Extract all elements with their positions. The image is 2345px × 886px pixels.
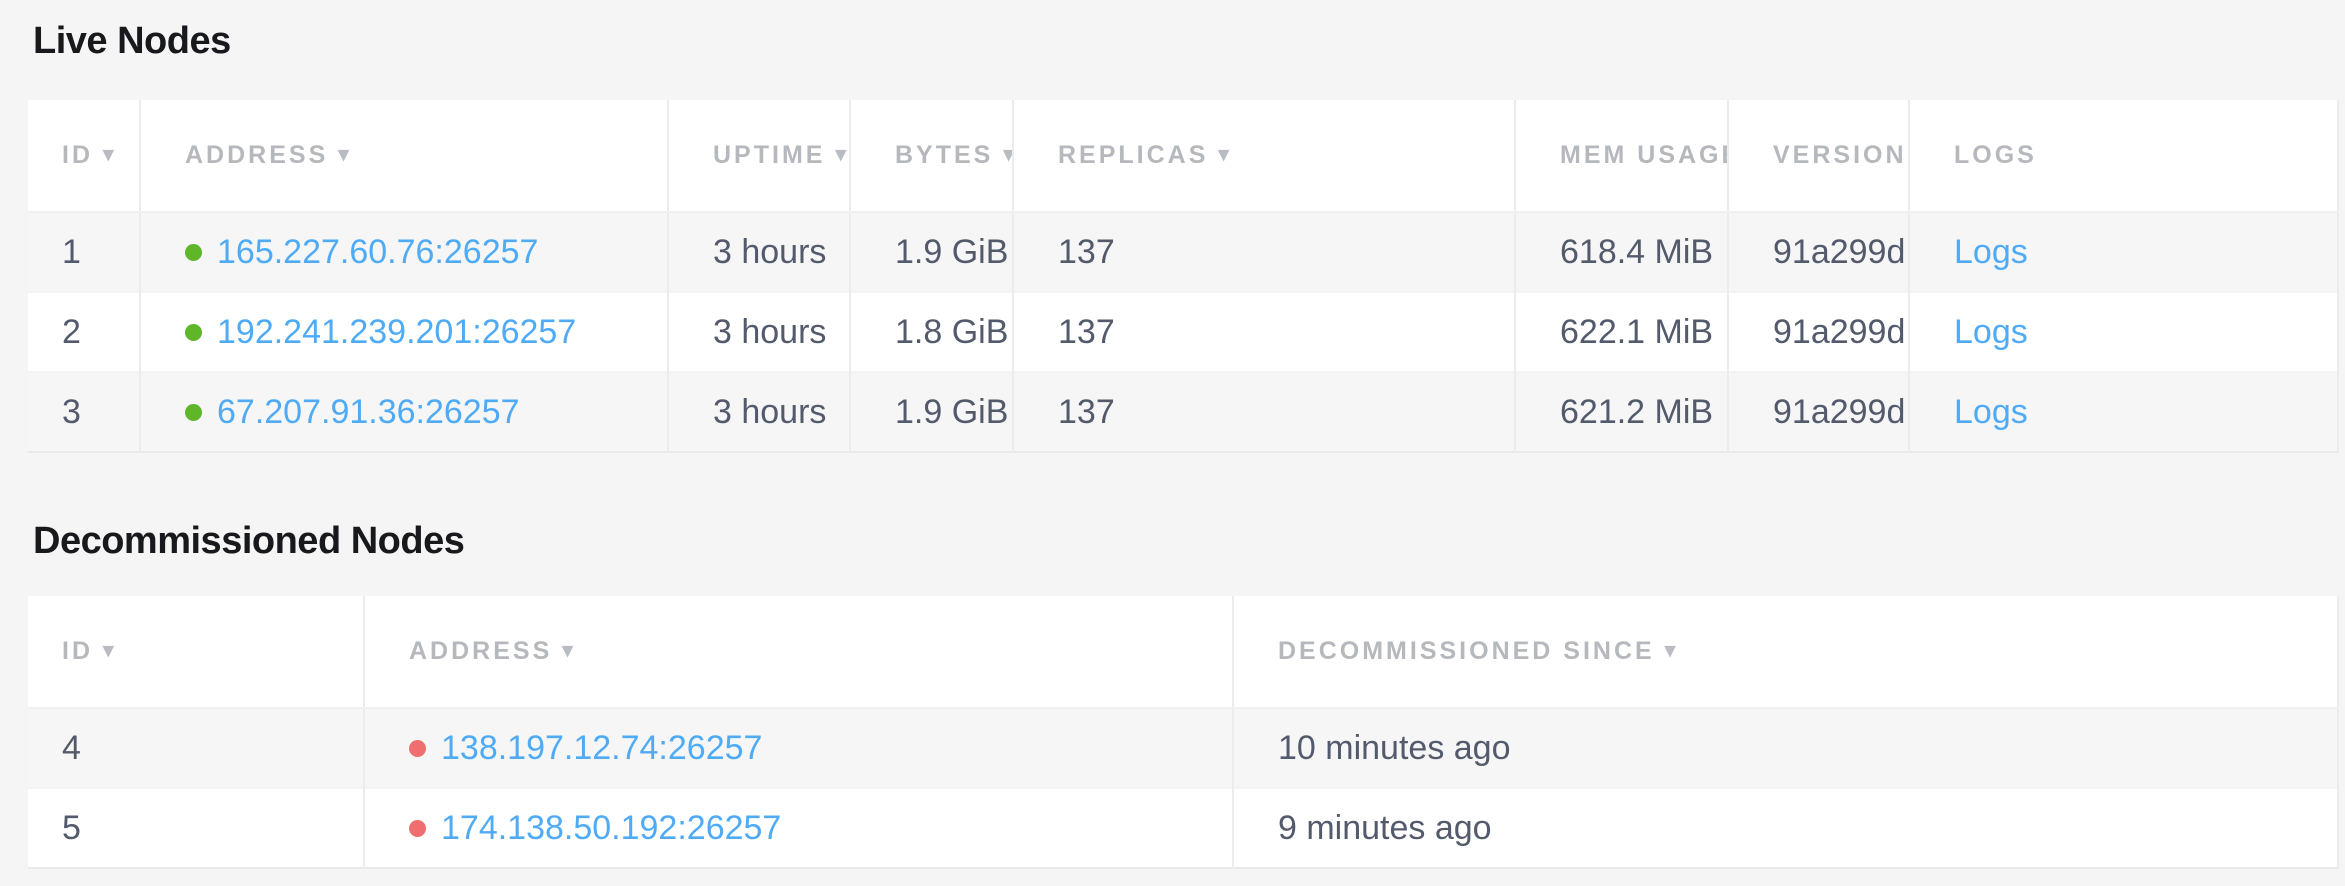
column-label: BYTES: [895, 141, 993, 169]
live-status-dot-icon: [185, 244, 202, 261]
node-address-cell: 192.241.239.201:26257: [140, 292, 668, 372]
replicas-cell: 137: [1013, 372, 1515, 452]
column-header-address[interactable]: ADDRESS ▾: [140, 100, 668, 212]
sort-arrow-icon: ▾: [338, 142, 349, 167]
column-header-id[interactable]: ID ▾: [28, 596, 364, 708]
node-id-cell: 5: [28, 788, 364, 868]
sort-arrow-icon: ▾: [562, 638, 573, 663]
node-address-link[interactable]: 192.241.239.201:26257: [217, 313, 576, 351]
column-label: DECOMMISSIONED SINCE: [1278, 637, 1655, 665]
node-address-link[interactable]: 138.197.12.74:26257: [441, 729, 762, 767]
decommissioned-status-dot-icon: [409, 820, 426, 837]
sort-arrow-icon: ▾: [835, 142, 846, 167]
table-row: 2 192.241.239.201:26257 3 hours 1.8 GiB …: [28, 292, 2338, 372]
table-row: 5 174.138.50.192:26257 9 minutes ago: [28, 788, 2338, 868]
column-header-uptime[interactable]: UPTIME ▾: [668, 100, 850, 212]
column-header-replicas[interactable]: REPLICAS ▾: [1013, 100, 1515, 212]
bytes-cell: 1.9 GiB: [850, 372, 1013, 452]
node-address-cell: 138.197.12.74:26257: [364, 708, 1233, 788]
node-address-link[interactable]: 165.227.60.76:26257: [217, 233, 538, 271]
logs-cell: Logs: [1909, 292, 2338, 372]
node-address-cell: 165.227.60.76:26257: [140, 212, 668, 292]
version-cell: 91a299d: [1728, 372, 1909, 452]
node-address-link[interactable]: 174.138.50.192:26257: [441, 809, 781, 847]
node-id-cell: 2: [28, 292, 140, 372]
column-header-address[interactable]: ADDRESS ▾: [364, 596, 1233, 708]
decommissioned-since-cell: 9 minutes ago: [1233, 788, 2338, 868]
column-header-logs: LOGS: [1909, 100, 2338, 212]
column-label: ADDRESS: [185, 141, 328, 169]
decommissioned-header-row: ID ▾ ADDRESS ▾ DECOMMISSIONED SINCE ▾: [28, 596, 2338, 708]
table-row: 1 165.227.60.76:26257 3 hours 1.9 GiB 13…: [28, 212, 2338, 292]
logs-link[interactable]: Logs: [1954, 393, 2028, 431]
column-label: UPTIME: [713, 141, 825, 169]
node-address-link[interactable]: 67.207.91.36:26257: [217, 393, 520, 431]
decommissioned-nodes-title: Decommissioned Nodes: [33, 519, 2345, 563]
table-row: 3 67.207.91.36:26257 3 hours 1.9 GiB 137…: [28, 372, 2338, 452]
column-label: LOGS: [1954, 141, 2037, 169]
column-header-bytes[interactable]: BYTES ▾: [850, 100, 1013, 212]
decommissioned-nodes-table: ID ▾ ADDRESS ▾ DECOMMISSIONED SINCE ▾ 4 138…: [28, 596, 2339, 869]
column-label: MEM USAGE: [1560, 141, 1728, 169]
node-id-cell: 4: [28, 708, 364, 788]
sort-arrow-icon: ▾: [1218, 142, 1229, 167]
sort-arrow-icon: ▾: [1665, 638, 1676, 663]
column-label: ID: [62, 637, 93, 665]
column-label: ADDRESS: [409, 637, 552, 665]
logs-link[interactable]: Logs: [1954, 233, 2028, 271]
column-header-mem-usage[interactable]: MEM USAGE▾: [1515, 100, 1728, 212]
bytes-cell: 1.8 GiB: [850, 292, 1013, 372]
replicas-cell: 137: [1013, 292, 1515, 372]
mem-usage-cell: 622.1 MiB: [1515, 292, 1728, 372]
version-cell: 91a299d: [1728, 212, 1909, 292]
sort-arrow-icon: ▾: [103, 638, 114, 663]
decommissioned-since-cell: 10 minutes ago: [1233, 708, 2338, 788]
live-status-dot-icon: [185, 324, 202, 341]
node-address-cell: 67.207.91.36:26257: [140, 372, 668, 452]
live-nodes-header-row: ID ▾ ADDRESS ▾ UPTIME ▾ BYTES ▾ REPLICAS ▾ ME…: [28, 100, 2338, 212]
column-header-decommissioned-since[interactable]: DECOMMISSIONED SINCE ▾: [1233, 596, 2338, 708]
mem-usage-cell: 621.2 MiB: [1515, 372, 1728, 452]
replicas-cell: 137: [1013, 212, 1515, 292]
table-row: 4 138.197.12.74:26257 10 minutes ago: [28, 708, 2338, 788]
logs-cell: Logs: [1909, 212, 2338, 292]
node-address-cell: 174.138.50.192:26257: [364, 788, 1233, 868]
column-label: REPLICAS: [1058, 141, 1208, 169]
logs-link[interactable]: Logs: [1954, 313, 2028, 351]
column-label: VERSION: [1773, 141, 1907, 169]
live-nodes-title: Live Nodes: [33, 0, 2345, 57]
mem-usage-cell: 618.4 MiB: [1515, 212, 1728, 292]
bytes-cell: 1.9 GiB: [850, 212, 1013, 292]
sort-arrow-icon: ▾: [1003, 142, 1013, 167]
version-cell: 91a299d: [1728, 292, 1909, 372]
column-header-version[interactable]: VERSION▾: [1728, 100, 1909, 212]
uptime-cell: 3 hours: [668, 292, 850, 372]
column-header-id[interactable]: ID ▾: [28, 100, 140, 212]
decommissioned-status-dot-icon: [409, 740, 426, 757]
node-id-cell: 1: [28, 212, 140, 292]
node-id-cell: 3: [28, 372, 140, 452]
live-status-dot-icon: [185, 404, 202, 421]
cluster-nodes-page: Live Nodes ID ▾ ADDRESS ▾ UPTIME ▾ BYTES ▾ R…: [0, 0, 2345, 869]
live-nodes-table: ID ▾ ADDRESS ▾ UPTIME ▾ BYTES ▾ REPLICAS ▾ ME…: [28, 100, 2339, 453]
uptime-cell: 3 hours: [668, 372, 850, 452]
uptime-cell: 3 hours: [668, 212, 850, 292]
column-label: ID: [62, 141, 93, 169]
logs-cell: Logs: [1909, 372, 2338, 452]
sort-arrow-icon: ▾: [103, 142, 114, 167]
